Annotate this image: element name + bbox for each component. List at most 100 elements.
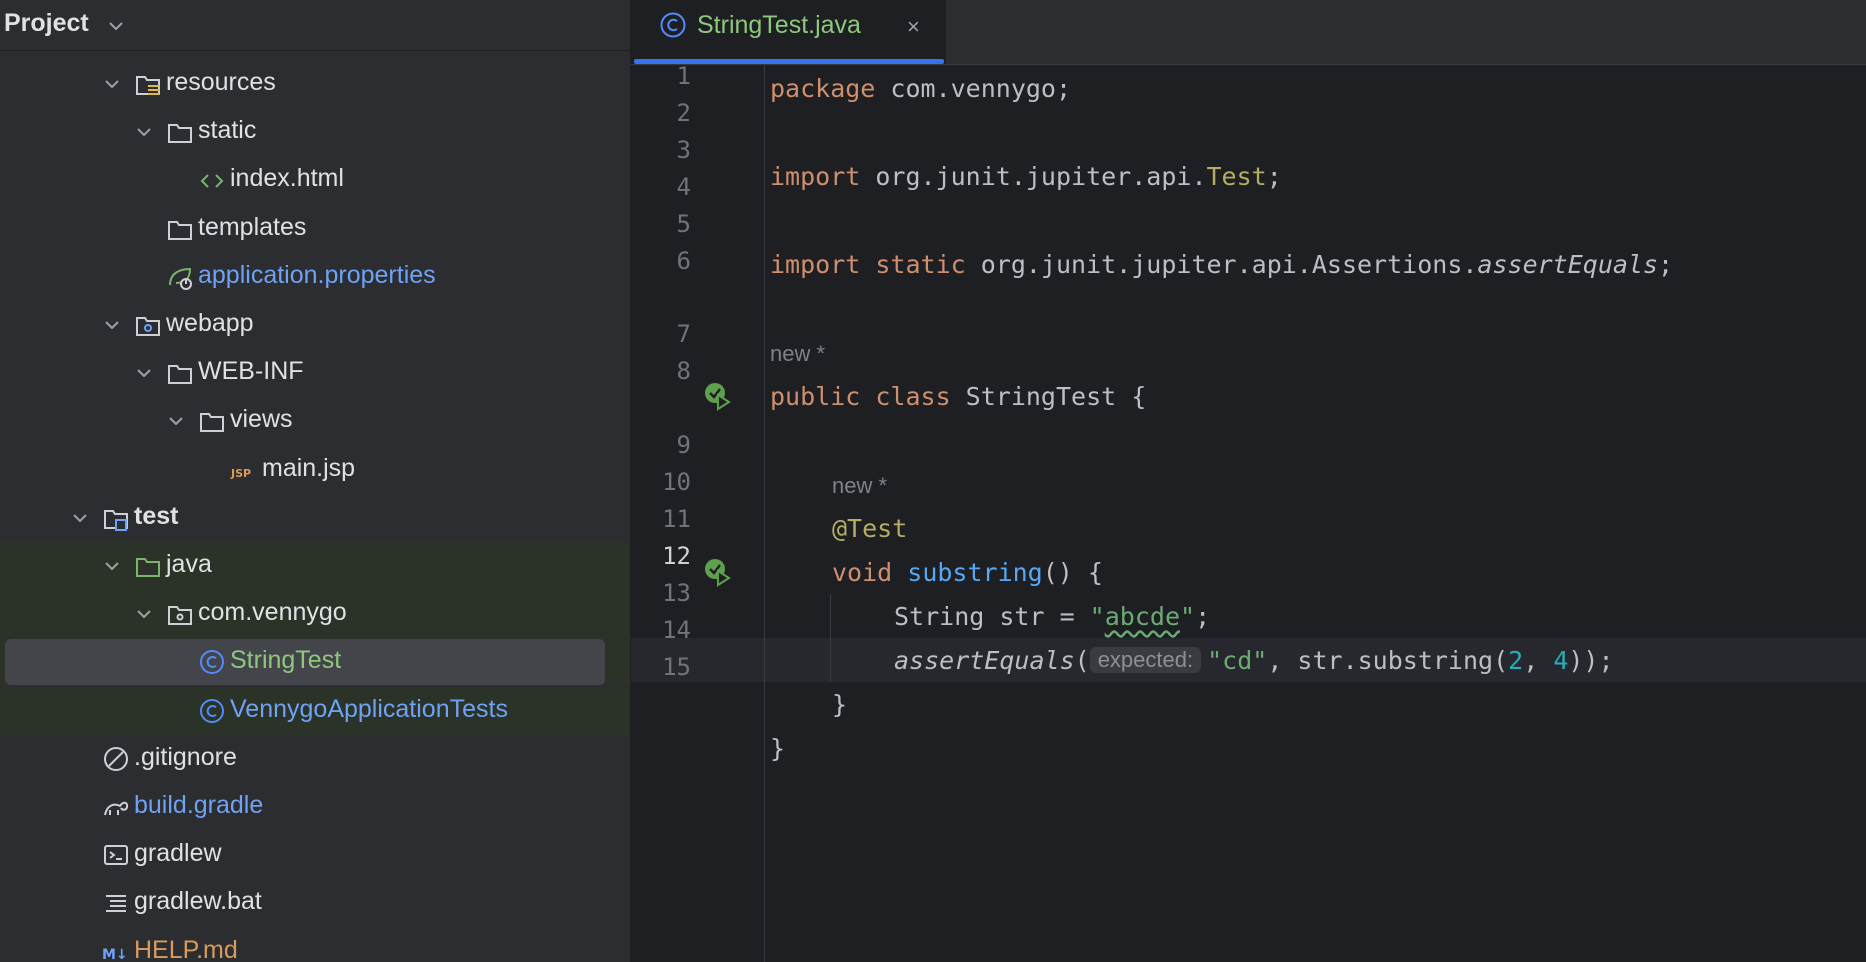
tree-item[interactable]: webapp [0, 301, 630, 349]
gradle-icon [104, 801, 129, 816]
code-line-14[interactable]: } [770, 734, 785, 763]
folder-icon [168, 365, 192, 385]
parameter-hint: expected: [1089, 647, 1202, 673]
markdown-icon: M↓ [102, 947, 128, 962]
code-line-10[interactable]: void substring() { [832, 558, 1103, 587]
code-line-13[interactable]: } [832, 690, 847, 719]
tree-item[interactable]: index.html [0, 156, 630, 204]
line-number: 14 [662, 616, 691, 644]
tree-item-label: StringTest [230, 646, 342, 675]
chevron-down-icon[interactable] [102, 74, 122, 94]
line-number: 3 [676, 136, 691, 164]
tree-item[interactable]: gradlew.bat [0, 879, 630, 927]
line-number: 6 [676, 247, 691, 275]
tab-label: StringTest.java [697, 11, 861, 39]
chevron-down-icon[interactable] [134, 604, 154, 624]
chevron-down-icon[interactable] [166, 411, 186, 431]
java-class-icon [200, 650, 224, 675]
java-class-icon [200, 698, 224, 723]
editor-tab-bar: StringTest.java × [631, 0, 1866, 65]
line-number: 1 [676, 62, 691, 90]
tree-item[interactable]: resources [0, 60, 630, 108]
tree-item[interactable]: static [0, 108, 630, 156]
folder-icon [168, 220, 192, 240]
line-number: 15 [662, 653, 691, 681]
chevron-down-icon[interactable] [134, 122, 154, 142]
code-line-1[interactable]: package com.vennygo; [770, 74, 1071, 103]
tree-item-label: templates [198, 212, 307, 241]
tree-item-label: build.gradle [134, 791, 264, 819]
run-test-icon[interactable] [703, 381, 733, 411]
tree-item[interactable]: WEB-INF [0, 349, 630, 397]
tree-item[interactable]: test [0, 494, 630, 542]
tree-item[interactable]: .gitignore [0, 735, 630, 783]
chevron-down-icon[interactable] [70, 508, 90, 528]
line-number: 4 [676, 173, 691, 201]
line-number: 11 [662, 505, 691, 533]
project-header: Project [0, 0, 630, 51]
line-number: 2 [676, 99, 691, 127]
line-number: 13 [662, 579, 691, 607]
project-panel: Project resources static index.html templat… [0, 0, 631, 962]
tab-stringtest-java[interactable]: StringTest.java × [631, 0, 946, 64]
tree-item[interactable]: gradlew [0, 831, 630, 879]
terminal-file-icon [104, 845, 128, 866]
indent-guide [830, 594, 831, 682]
new-author-marker[interactable]: new * [770, 341, 825, 367]
code-line-9[interactable]: @Test [832, 514, 907, 543]
jsp-file-icon: JSP [230, 467, 251, 480]
web-folder-icon [136, 317, 160, 336]
tree-item[interactable]: StringTest [0, 638, 630, 687]
spring-properties-icon [169, 267, 192, 290]
code-line-3[interactable]: import org.junit.jupiter.api.Test; [770, 162, 1282, 191]
chevron-down-icon[interactable] [106, 16, 126, 36]
tree-item[interactable]: com.vennygo [0, 590, 630, 639]
tree-item-label: test [134, 501, 179, 530]
folder-icon [168, 124, 192, 144]
text-file-icon [106, 895, 126, 913]
gutter-separator [764, 64, 765, 962]
code-line-5[interactable]: import static org.junit.jupiter.api.Asse… [770, 250, 1673, 279]
line-number: 5 [676, 210, 691, 238]
tree-item-label: com.vennygo [198, 598, 347, 627]
ignore-file-icon [104, 746, 128, 771]
resources-folder-icon [136, 76, 160, 95]
test-source-folder-icon [136, 558, 160, 577]
tree-item-label: gradlew.bat [134, 887, 262, 916]
tree-item[interactable]: VennygoApplicationTests [0, 686, 630, 735]
run-test-icon[interactable] [703, 557, 733, 587]
chevron-down-icon[interactable] [134, 363, 154, 383]
code-line-12[interactable]: assertEquals(expected: "cd", str.substrin… [894, 646, 1614, 675]
svg-text:M↓: M↓ [102, 947, 128, 962]
chevron-down-icon[interactable] [102, 556, 122, 576]
new-author-marker[interactable]: new * [832, 473, 887, 499]
tree-item[interactable]: JSP main.jsp [0, 446, 630, 494]
line-number: 9 [676, 431, 691, 459]
tree-item[interactable]: views [0, 397, 630, 445]
tree-item-label: WEB-INF [198, 357, 304, 386]
tree-item[interactable]: M↓ HELP.md [0, 928, 630, 962]
editor: StringTest.java × 1 2 3 4 5 6 7 8 9 10 11 12 13 14 15 … [631, 0, 1866, 962]
tree-item-label: static [198, 116, 257, 145]
tree-item-label: java [166, 550, 212, 578]
tree-item[interactable]: java [0, 542, 630, 590]
svg-text:JSP: JSP [230, 467, 251, 480]
tree-item-label: .gitignore [134, 742, 237, 771]
project-title[interactable]: Project [4, 9, 89, 38]
java-class-icon [660, 12, 686, 38]
line-number: 7 [676, 320, 691, 348]
chevron-down-icon[interactable] [102, 315, 122, 335]
test-module-folder-icon [104, 509, 128, 531]
code-line-7[interactable]: public class StringTest { [770, 382, 1146, 411]
tree-item[interactable]: application.properties [0, 253, 630, 301]
tree-item-label: webapp [166, 309, 254, 337]
close-icon[interactable]: × [907, 14, 920, 40]
package-icon [168, 606, 192, 626]
html-file-icon [200, 174, 224, 189]
tree-item-label: HELP.md [134, 935, 238, 962]
tree-item-label: application.properties [198, 260, 436, 289]
tree-item-label: VennygoApplicationTests [230, 694, 508, 723]
tree-item[interactable]: templates [0, 205, 630, 253]
tree-item[interactable]: build.gradle [0, 783, 630, 831]
code-line-11[interactable]: String str = "abcde"; [894, 602, 1210, 631]
